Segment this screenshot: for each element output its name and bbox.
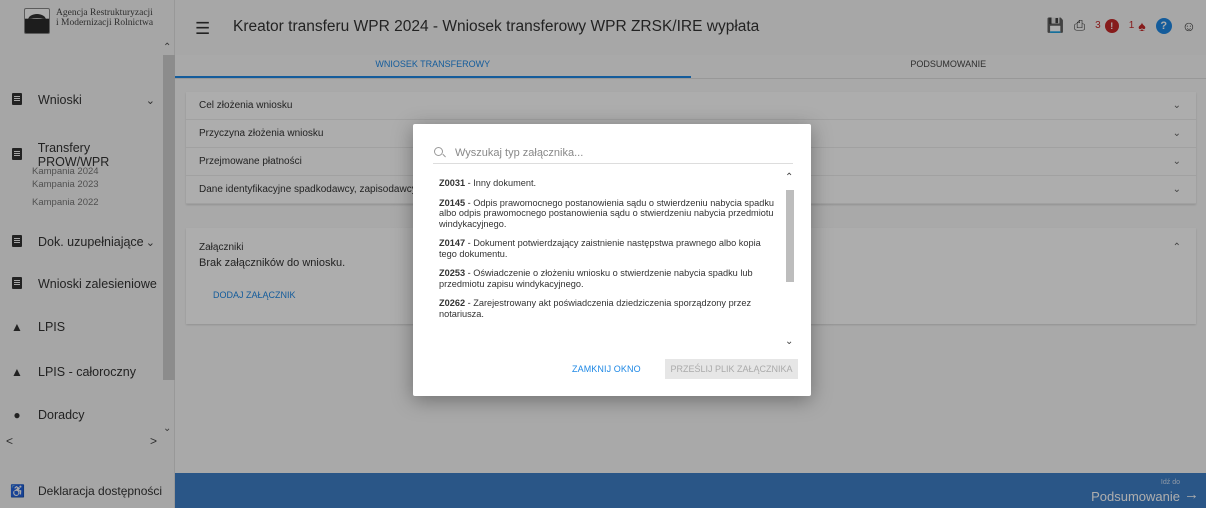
search-field <box>433 142 793 164</box>
upload-attachment-button[interactable]: PRZEŚLIJ PLIK ZAŁĄCZNIKA <box>665 359 798 379</box>
list-scrollbar[interactable]: ⌃ ⌄ <box>783 172 797 350</box>
chevron-down-icon[interactable]: ⌄ <box>785 336 793 347</box>
item-code: Z0262 <box>439 298 466 308</box>
item-code: Z0253 <box>439 268 466 278</box>
item-text: - Zarejestrowany akt poświadczenia dzied… <box>439 298 752 319</box>
close-dialog-button[interactable]: ZAMKNIJ OKNO <box>572 364 641 374</box>
item-code: Z0147 <box>439 238 466 248</box>
item-text: - Oświadczenie o złożeniu wniosku o stwi… <box>439 268 753 289</box>
list-item[interactable]: Z0262 - Zarejestrowany akt poświadczenia… <box>439 298 781 319</box>
list-item[interactable]: Z0145 - Odpis prawomocnego postanowienia… <box>439 198 781 230</box>
attachment-type-dialog: Z0031 - Inny dokument. Z0145 - Odpis pra… <box>413 124 811 396</box>
search-icon <box>433 146 447 160</box>
item-text: - Dokument potwierdzający zaistnienie na… <box>439 238 761 259</box>
item-text: - Odpis prawomocnego postanowienia sądu … <box>439 197 775 229</box>
list-item[interactable]: Z0147 - Dokument potwierdzający zaistnie… <box>439 238 781 259</box>
scrollbar-thumb[interactable] <box>786 190 794 282</box>
attachment-type-list: Z0031 - Inny dokument. Z0145 - Odpis pra… <box>439 178 781 346</box>
item-code: Z0145 <box>439 197 466 208</box>
item-code: Z0031 <box>439 178 466 188</box>
search-input[interactable] <box>455 146 775 159</box>
list-item[interactable]: Z0031 - Inny dokument. <box>439 178 781 189</box>
item-text: - Inny dokument. <box>465 178 537 188</box>
list-item[interactable]: Z0253 - Oświadczenie o złożeniu wniosku … <box>439 268 781 289</box>
chevron-up-icon[interactable]: ⌃ <box>785 172 793 183</box>
